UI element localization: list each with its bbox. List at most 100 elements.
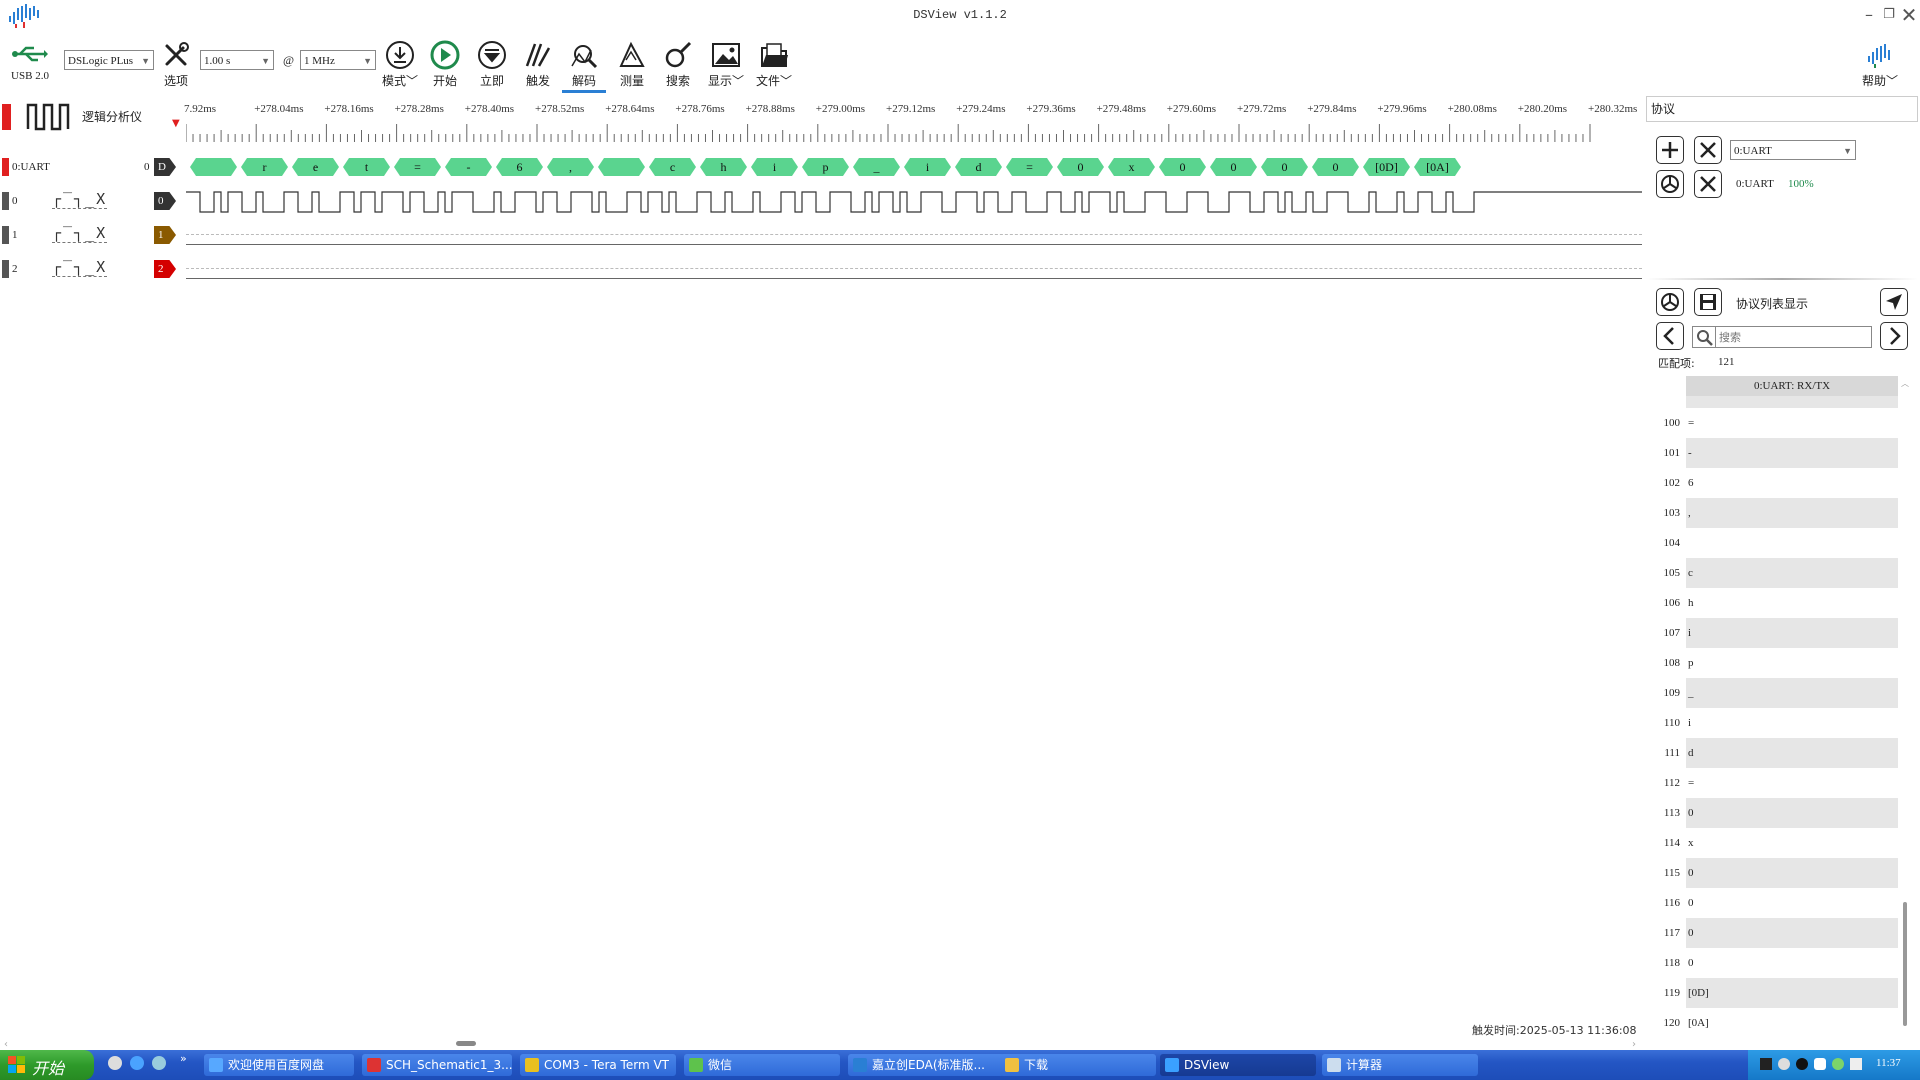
quicklaunch-icon-3[interactable]	[152, 1056, 166, 1070]
trigger-marker-icon[interactable]: ▼	[172, 118, 180, 129]
list-row-value[interactable]: 0	[1688, 897, 1694, 909]
decode-annotation[interactable]	[190, 158, 237, 176]
instant-button[interactable]: 立即	[472, 40, 512, 89]
list-row-value[interactable]: 0	[1688, 927, 1694, 939]
decoder-select[interactable]: 0:UART ▼	[1730, 140, 1856, 160]
taskbar-task[interactable]: 计算器	[1322, 1054, 1478, 1076]
start-button[interactable]: 开始	[0, 1050, 94, 1080]
list-row-value[interactable]: =	[1688, 777, 1694, 789]
list-row-value[interactable]: 0	[1688, 957, 1694, 969]
file-button[interactable]: 文件﹀	[752, 40, 796, 89]
ch1-name[interactable]: 1	[12, 229, 18, 241]
decode-button[interactable]: 解码	[562, 40, 606, 93]
decode-annotation[interactable]: c	[649, 158, 696, 176]
tray-arrow-icon[interactable]	[1778, 1058, 1790, 1070]
list-row-value[interactable]: [0D]	[1688, 987, 1709, 999]
trigger-button[interactable]: 触发	[518, 40, 558, 89]
list-row-index[interactable]: 109	[1652, 687, 1681, 699]
ch1-trigger-selector[interactable]: ┌‾┐_X	[52, 224, 108, 243]
decode-annotation[interactable]: i	[751, 158, 798, 176]
list-row-index[interactable]: 103	[1652, 507, 1681, 519]
taskbar-task[interactable]: DSView	[1160, 1054, 1316, 1076]
horizontal-scrollbar-thumb[interactable]	[456, 1041, 476, 1046]
decode-annotation[interactable]: 0	[1261, 158, 1308, 176]
samplerate-select[interactable]: 1 MHz ▼	[300, 50, 376, 70]
list-row-index[interactable]: 115	[1652, 867, 1680, 879]
list-row-value[interactable]: [0A]	[1688, 1017, 1709, 1029]
list-scrollbar-thumb[interactable]	[1903, 902, 1907, 1026]
list-row-value[interactable]: p	[1688, 657, 1694, 669]
decode-annotation[interactable]: ,	[547, 158, 594, 176]
decoder-tag[interactable]: D	[154, 158, 176, 176]
decode-annotation[interactable]: [0D]	[1363, 158, 1410, 176]
decode-annotation[interactable]: 0	[1312, 158, 1359, 176]
list-row-index[interactable]: 118	[1652, 957, 1680, 969]
ch2-tag[interactable]: 2	[154, 260, 176, 278]
delete-decoder-button[interactable]	[1694, 170, 1722, 198]
list-row-index[interactable]: 106	[1652, 597, 1681, 609]
decode-annotation[interactable]: h	[700, 158, 747, 176]
list-row-index[interactable]: 120	[1652, 1017, 1681, 1029]
ch2-name[interactable]: 2	[12, 263, 18, 275]
list-row-index[interactable]: 111	[1652, 747, 1680, 759]
ch1-tag[interactable]: 1	[154, 226, 176, 244]
list-row-value[interactable]: 0	[1688, 867, 1694, 879]
list-row-index[interactable]: 101	[1652, 447, 1681, 459]
decode-annotation[interactable]	[598, 158, 645, 176]
list-row-value[interactable]: i	[1688, 717, 1691, 729]
ch0-name[interactable]: 0	[12, 195, 18, 207]
decode-annotation[interactable]: t	[343, 158, 390, 176]
search-button[interactable]: 搜索	[658, 40, 698, 89]
taskbar-task[interactable]: 下载	[1000, 1054, 1156, 1076]
list-row-index[interactable]: 113	[1652, 807, 1680, 819]
decode-annotation[interactable]: r	[241, 158, 288, 176]
save-list-button[interactable]	[1694, 288, 1722, 316]
decode-annotation[interactable]: 6	[496, 158, 543, 176]
list-row-index[interactable]: 102	[1652, 477, 1681, 489]
taskbar-task[interactable]: 微信	[684, 1054, 840, 1076]
ch0-trigger-selector[interactable]: ┌‾┐_X	[52, 190, 108, 209]
qq-icon[interactable]	[1796, 1058, 1808, 1070]
decoder-settings-button[interactable]	[1656, 170, 1684, 198]
network-icon[interactable]	[1850, 1058, 1862, 1070]
remove-all-decoders-button[interactable]	[1694, 136, 1722, 164]
previous-match-button[interactable]	[1656, 322, 1684, 350]
decode-annotation[interactable]: 0	[1159, 158, 1206, 176]
list-scrollbar[interactable]: ︿	[1900, 378, 1910, 1032]
list-row-index[interactable]: 107	[1652, 627, 1681, 639]
list-row-index[interactable]: 110	[1652, 717, 1680, 729]
list-row-value[interactable]: ,	[1688, 507, 1691, 519]
browser-icon[interactable]	[130, 1056, 144, 1070]
maximize-button[interactable]: ❐	[1878, 4, 1900, 26]
list-row-value[interactable]: x	[1688, 837, 1694, 849]
ch2-trigger-selector[interactable]: ┌‾┐_X	[52, 258, 108, 277]
list-row-index[interactable]: 116	[1652, 897, 1680, 909]
display-button[interactable]: 显示﹀	[704, 40, 748, 89]
search-input[interactable]	[1719, 328, 1867, 346]
list-row-value[interactable]: 0	[1688, 807, 1694, 819]
measure-button[interactable]: 测量	[612, 40, 652, 89]
decoder-channel-name[interactable]: 0:UART	[12, 161, 50, 173]
decode-annotation[interactable]: 0	[1210, 158, 1257, 176]
scroll-right-icon[interactable]: ›	[1632, 1039, 1636, 1050]
search-field[interactable]	[1692, 326, 1872, 348]
protocol-column-header[interactable]: 0:UART: RX/TX	[1686, 376, 1898, 396]
list-row-value[interactable]: h	[1688, 597, 1694, 609]
decode-annotation[interactable]: [0A]	[1414, 158, 1461, 176]
quicklaunch-icon-1[interactable]	[108, 1056, 122, 1070]
decode-annotation[interactable]: x	[1108, 158, 1155, 176]
list-row-value[interactable]: =	[1688, 417, 1694, 429]
decode-annotation[interactable]: =	[1006, 158, 1053, 176]
decode-annotation[interactable]: 0	[1057, 158, 1104, 176]
duration-select[interactable]: 1.00 s ▼	[200, 50, 274, 70]
scroll-up-icon[interactable]: ︿	[1901, 378, 1909, 389]
device-select[interactable]: DSLogic PLus ▼	[64, 50, 154, 70]
options-button[interactable]: 选项	[158, 40, 194, 89]
list-row-index[interactable]: 114	[1652, 837, 1680, 849]
list-row-value[interactable]: c	[1688, 567, 1693, 579]
list-row-value[interactable]: 6	[1688, 477, 1694, 489]
more-icon[interactable]: »	[180, 1052, 187, 1065]
list-row-index[interactable]: 117	[1652, 927, 1680, 939]
list-row-index[interactable]: 112	[1652, 777, 1680, 789]
decode-annotation[interactable]: _	[853, 158, 900, 176]
